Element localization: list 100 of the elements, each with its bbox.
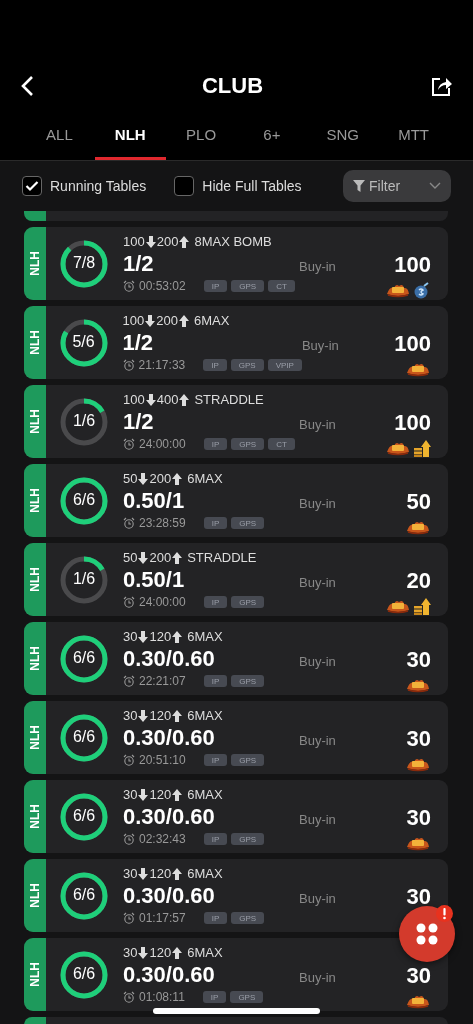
- tab[interactable]: SNG: [307, 112, 379, 160]
- buy-in-amount: 30: [406, 804, 431, 831]
- table-label: 6MAX: [187, 866, 223, 881]
- table-card[interactable]: NLH 1/6 100 400 STRADDLE 1/2 24:00:00 IP GPS CT Buy-in 100: [24, 385, 448, 458]
- game-type-label: NLH: [28, 883, 42, 908]
- table-card[interactable]: NLH 1/6 50 200 STRADDLE 0.50/1 24:00:00 IP GPS Buy-in 20: [24, 543, 448, 616]
- max-buyin: 120: [149, 945, 172, 960]
- table-card[interactable]: NLH 6/6 30 120 6MAX 0.30/0.60 02:32:43 IP GPS Buy-in 30: [24, 780, 448, 853]
- tag: IP: [203, 280, 228, 292]
- buy-in-label: Buy-in: [299, 812, 337, 827]
- table-card[interactable]: NLH 6/6 30 120 6MAX 0.30/0.60 01:17:57 IP GPS Buy-in 30: [24, 859, 448, 932]
- seat-count: 6/6: [71, 648, 97, 667]
- min-buyin: 30: [123, 945, 138, 960]
- buy-in-amount: 30: [406, 883, 431, 910]
- max-buyin: 120: [149, 629, 172, 644]
- tag: GPS: [231, 280, 265, 292]
- tag: GPS: [231, 912, 265, 924]
- blinds: 1/2: [123, 251, 155, 277]
- tab[interactable]: NLH: [94, 112, 166, 160]
- max-buyin: 120: [149, 866, 172, 881]
- min-buyin: 100: [123, 234, 145, 249]
- min-buyin: 50: [123, 550, 138, 565]
- table-label: 6MAX: [187, 471, 223, 486]
- countdown: 02:32:43: [139, 832, 186, 846]
- tab[interactable]: PLO: [165, 112, 237, 160]
- max-buyin: 200: [149, 550, 172, 565]
- min-buyin: 100: [123, 392, 145, 407]
- blinds: 1/2: [122, 330, 155, 356]
- buy-in-amount: 30: [406, 725, 431, 752]
- table-label: 6MAX: [187, 945, 223, 960]
- blinds: 1/2: [123, 409, 155, 435]
- buy-in-amount: 100: [394, 251, 431, 278]
- seat-count: 6/6: [71, 490, 97, 509]
- blinds: 0.50/1: [123, 488, 186, 514]
- buy-in-amount: 100: [394, 330, 431, 357]
- countdown: 01:17:57: [139, 911, 186, 925]
- blinds: 0.30/0.60: [123, 646, 216, 672]
- max-buyin: 400: [156, 392, 179, 407]
- table-label: 6MAX: [187, 708, 223, 723]
- table-card[interactable]: NLH 6/6 30 120 6MAX 0.30/0.60 20:51:10 IP GPS Buy-in 30: [24, 701, 448, 774]
- buy-in-label: Buy-in: [299, 733, 337, 748]
- blinds: 0.30/0.60: [123, 883, 216, 909]
- game-type-label: NLH: [27, 330, 42, 355]
- filter-button[interactable]: Filter: [343, 170, 451, 202]
- buy-in-amount: 50: [406, 488, 431, 515]
- table-card[interactable]: NLH 6/6 30 120 6MAX 0.30/0.60 22:21:07 IP GPS Buy-in 30: [24, 622, 448, 695]
- tab[interactable]: MTT: [378, 112, 449, 160]
- tag: IP: [203, 359, 227, 371]
- min-buyin: 30: [123, 708, 138, 723]
- tag: IP: [203, 833, 228, 845]
- tag: IP: [202, 991, 227, 1003]
- tag: GPS: [230, 359, 264, 371]
- blinds: 0.30/0.60: [123, 725, 216, 751]
- game-type-label: NLH: [28, 646, 42, 671]
- max-buyin: 200: [156, 234, 179, 249]
- table-label: 6MAX: [193, 313, 230, 328]
- max-buyin: 200: [149, 471, 172, 486]
- max-buyin: 120: [149, 787, 172, 802]
- tag: CT: [268, 280, 295, 292]
- tag: IP: [203, 438, 228, 450]
- buy-in-amount: 100: [394, 409, 431, 436]
- buy-in-label: Buy-in: [299, 259, 337, 274]
- table-label: 6MAX: [187, 629, 223, 644]
- tag: GPS: [230, 991, 264, 1003]
- tag: IP: [203, 517, 228, 529]
- blinds: 0.30/0.60: [123, 804, 216, 830]
- tag: GPS: [231, 754, 265, 766]
- countdown: 22:21:07: [139, 674, 186, 688]
- seat-count: 6/6: [71, 806, 97, 825]
- buy-in-label: Buy-in: [299, 496, 337, 511]
- tag: CT: [268, 438, 295, 450]
- countdown: 23:28:59: [139, 516, 186, 530]
- seat-count: 7/8: [71, 253, 97, 272]
- buy-in-amount: 30: [406, 646, 431, 673]
- min-buyin: 50: [123, 471, 138, 486]
- countdown: 20:51:10: [139, 753, 186, 767]
- tag: VPIP: [267, 359, 302, 371]
- countdown: 01:08:11: [139, 990, 185, 1004]
- game-type-label: NLH: [28, 804, 42, 829]
- countdown: 24:00:00: [139, 437, 186, 451]
- tag: GPS: [231, 675, 265, 687]
- buy-in-label: Buy-in: [299, 970, 337, 985]
- game-type-label: NLH: [28, 251, 42, 276]
- game-type-label: NLH: [28, 962, 42, 987]
- table-card[interactable]: NLH 7/8 100 200 8MAX BOMB 1/2 00:53:02 IP GPS CT Buy-in 100: [24, 227, 448, 300]
- seat-count: 6/6: [71, 885, 97, 904]
- countdown: 21:17:33: [138, 358, 186, 372]
- tag: IP: [203, 912, 228, 924]
- max-buyin: 120: [149, 708, 172, 723]
- table-card[interactable]: NLH 5/6 100 200 6MAX 1/2 21:17:33 IP GPS VPIP Buy-in 100: [24, 306, 448, 379]
- min-buyin: 100: [122, 313, 145, 328]
- checkbox-label[interactable]: Running Tables: [50, 178, 147, 194]
- tab[interactable]: 6+: [236, 112, 308, 160]
- table-card[interactable]: NLH 6/6 30 120 6MAX 0.30/0.60 01:08:11 IP GPS Buy-in 30: [24, 938, 448, 1011]
- table-card[interactable]: NLH 6/6 50 200 6MAX 0.50/1 23:28:59 IP GPS Buy-in 50: [24, 464, 448, 537]
- tag: GPS: [231, 438, 265, 450]
- tag: GPS: [231, 833, 265, 845]
- checkbox-label[interactable]: Hide Full Tables: [202, 178, 302, 194]
- tab[interactable]: ALL: [24, 112, 95, 160]
- buy-in-label: Buy-in: [299, 417, 337, 432]
